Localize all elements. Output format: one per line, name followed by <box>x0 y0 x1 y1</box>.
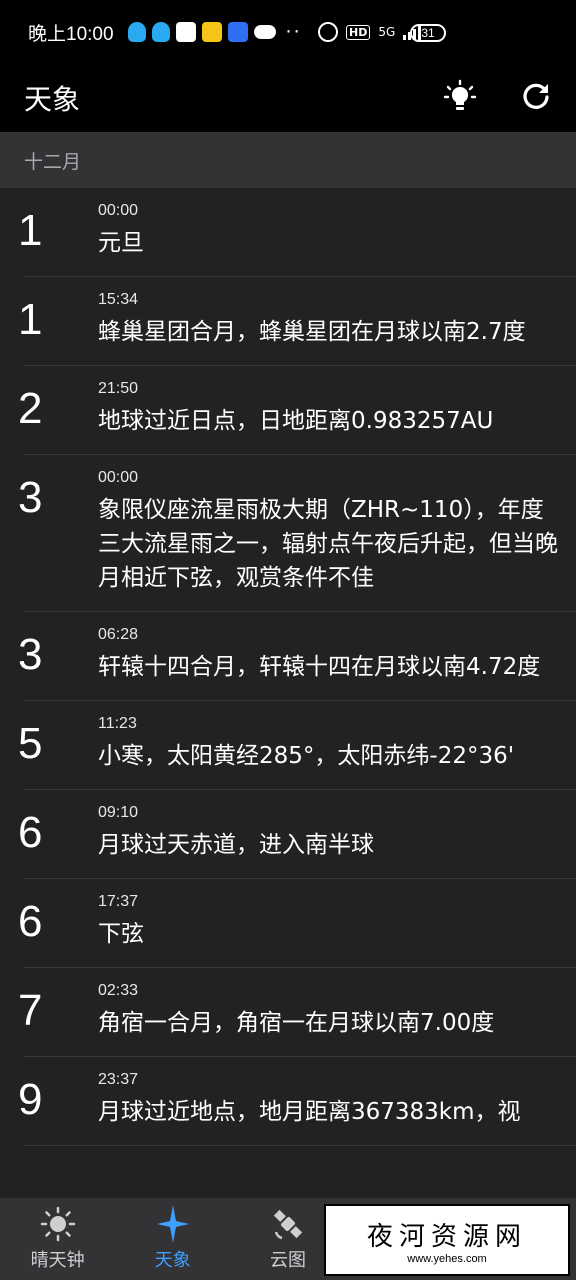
event-time: 23:37 <box>98 1071 139 1088</box>
refresh-button[interactable] <box>518 76 554 116</box>
event-day: 2 <box>18 384 43 433</box>
list-item[interactable]: 7 02:33 角宿一合月，角宿一在月球以南7.00度 <box>18 968 576 1057</box>
app-bar: 天象 <box>0 64 576 132</box>
event-description: 地球过近日点，日地距离0.983257AU <box>98 408 494 434</box>
event-time: 21:50 <box>98 380 139 397</box>
event-description: 蜂巢星团合月，蜂巢星团在月球以南2.7度 <box>98 319 526 345</box>
event-day: 6 <box>18 808 43 857</box>
status-bar: 晚上10:00 ·· HD 5G 31 <box>0 0 576 64</box>
lightbulb-button[interactable] <box>442 76 478 116</box>
list-item[interactable]: 3 00:00 象限仪座流星雨极大期（ZHR~110），年度三大流星雨之一，辐射点午… <box>18 455 576 612</box>
qq-icon <box>151 22 170 42</box>
event-description: 轩辕十四合月，轩辕十四在月球以南4.72度 <box>98 654 541 680</box>
event-day: 7 <box>18 986 43 1035</box>
status-time: 晚上10:00 <box>28 23 114 45</box>
watermark-url: www.yehes.com <box>407 1252 487 1265</box>
event-time: 17:37 <box>98 893 139 910</box>
satellite-icon <box>270 1206 306 1242</box>
hd-icon: HD <box>346 24 371 40</box>
list-item[interactable]: 2 21:50 地球过近日点，日地距离0.983257AU <box>18 366 576 455</box>
nav-label: 晴天钟 <box>30 1250 85 1271</box>
more-dots-icon: ·· <box>285 21 302 43</box>
nav-item[interactable]: 晴天钟 <box>0 1198 115 1280</box>
event-time: 00:00 <box>98 469 139 486</box>
event-description: 元旦 <box>98 230 144 256</box>
list-item[interactable]: 3 06:28 轩辕十四合月，轩辕十四在月球以南4.72度 <box>18 612 576 701</box>
event-day: 6 <box>18 897 43 946</box>
event-time: 02:33 <box>98 982 139 999</box>
battery-icon: 31 <box>410 24 446 42</box>
event-description: 象限仪座流星雨极大期（ZHR~110），年度三大流星雨之一，辐射点午夜后升起，但… <box>98 497 558 591</box>
list-item[interactable]: 9 23:37 月球过近地点，地月距离367383km，视 <box>18 1057 576 1146</box>
nav-label: 云图 <box>270 1250 306 1271</box>
event-day: 1 <box>18 295 43 344</box>
watermark-text: 夜河资源网 <box>366 1221 527 1252</box>
message-icon <box>175 22 196 42</box>
nav-label: 天象 <box>154 1250 191 1271</box>
refresh-icon <box>523 83 549 109</box>
event-time: 11:23 <box>98 715 137 732</box>
event-description: 月球过天赤道，进入南半球 <box>98 832 374 858</box>
alarm-icon <box>318 22 338 42</box>
star-icon <box>155 1205 191 1243</box>
lightbulb-icon <box>443 79 477 110</box>
event-time: 15:34 <box>98 291 139 308</box>
list-item[interactable]: 5 11:23 小寒，太阳黄经285°，太阳赤纬-22°36' <box>18 701 576 790</box>
qq-icon <box>127 22 146 42</box>
list-item[interactable]: 1 00:00 元旦 <box>18 188 576 277</box>
list-item[interactable]: 6 17:37 下弦 <box>18 879 576 968</box>
event-time: 09:10 <box>98 804 139 821</box>
app-notification-icon <box>227 22 248 42</box>
cloud-icon <box>253 25 276 39</box>
list-item[interactable]: 6 09:10 月球过天赤道，进入南半球 <box>18 790 576 879</box>
event-list[interactable]: 1 00:00 元旦 1 15:34 蜂巢星团合月，蜂巢星团在月球以南2.7度 2 21:50… <box>0 188 576 1198</box>
event-time: 06:28 <box>98 626 139 643</box>
list-item[interactable]: 1 15:34 蜂巢星团合月，蜂巢星团在月球以南2.7度 <box>18 277 576 366</box>
event-day: 5 <box>18 719 43 768</box>
event-day: 9 <box>18 1075 43 1124</box>
event-day: 3 <box>18 630 43 679</box>
event-description: 下弦 <box>98 921 144 947</box>
app-notification-icon <box>201 22 222 42</box>
month-header: 十二月 <box>0 132 576 188</box>
event-description: 小寒，太阳黄经285°，太阳赤纬-22°36' <box>98 743 515 769</box>
event-time: 00:00 <box>98 202 139 219</box>
watermark-logo: 夜河资源网 www.yehes.com <box>324 1204 570 1276</box>
event-description: 角宿一合月，角宿一在月球以南7.00度 <box>98 1010 495 1036</box>
event-day: 1 <box>18 206 43 255</box>
nav-item[interactable]: 天象 <box>115 1198 230 1280</box>
sun-icon <box>40 1206 76 1242</box>
event-day: 3 <box>18 473 43 522</box>
network-type: 5G <box>378 25 396 39</box>
page-title: 天象 <box>24 83 81 116</box>
event-description: 月球过近地点，地月距离367383km，视 <box>98 1099 521 1125</box>
